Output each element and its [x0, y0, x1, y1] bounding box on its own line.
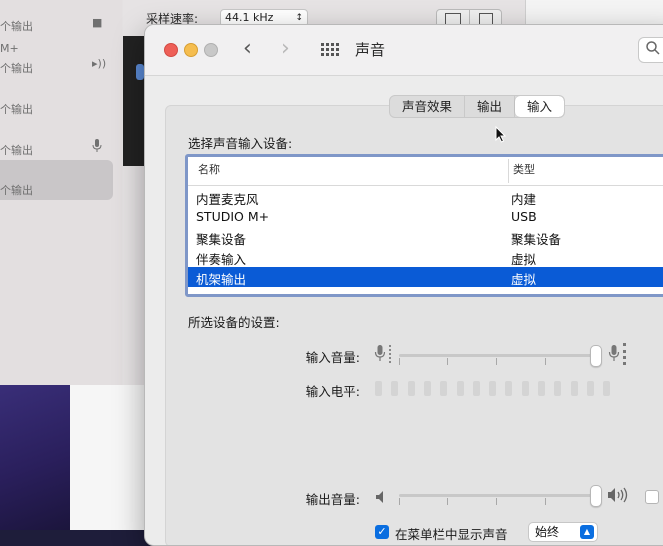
tab-bar[interactable]: 声音效果 输出 输入 — [389, 95, 566, 118]
level-segment — [407, 381, 415, 396]
selected-device-settings-title: 所选设备的设置: — [188, 315, 280, 330]
output-volume-label: 输出音量: — [305, 492, 360, 507]
level-segment — [586, 381, 594, 396]
input-volume-slider[interactable] — [399, 354, 599, 357]
slider-tick — [545, 498, 546, 505]
slider-tick — [545, 358, 546, 365]
column-header-type[interactable]: 类型 — [513, 161, 535, 177]
mute-checkbox[interactable] — [645, 490, 659, 504]
back-chevron-icon[interactable]: ‹ — [243, 36, 252, 61]
column-header-name[interactable]: 名称 — [198, 161, 220, 177]
table-row[interactable]: 内置麦克风 内建 — [188, 187, 663, 207]
speaker-icon: ▸)) — [92, 57, 107, 70]
title-bar[interactable]: ‹ › 声音 — [145, 25, 663, 76]
level-segment — [554, 381, 562, 396]
device-type: 虚拟 — [511, 272, 537, 287]
microphone-icon — [92, 139, 102, 156]
level-segment — [472, 381, 480, 396]
device-name: 内置麦克风 — [196, 192, 259, 207]
forward-chevron-icon[interactable]: › — [281, 36, 290, 61]
level-segment — [423, 381, 431, 396]
show-all-grid-icon[interactable] — [321, 42, 339, 61]
level-segment — [489, 381, 497, 396]
slider-tick — [447, 358, 448, 365]
tab-output[interactable]: 输出 — [465, 96, 516, 117]
input-level-label: 输入电平: — [305, 384, 360, 399]
low-level-dots — [389, 345, 393, 363]
slider-tick — [496, 498, 497, 505]
table-row[interactable]: 聚集设备 聚集设备 — [188, 227, 663, 247]
level-segment — [570, 381, 578, 396]
slider-tick — [399, 498, 400, 505]
output-volume-knob[interactable] — [590, 485, 602, 507]
level-segment — [521, 381, 529, 396]
show-in-menubar-select[interactable]: 始终 ▲ — [528, 522, 598, 542]
header-divider — [188, 185, 663, 186]
show-option-value: 始终 — [535, 525, 560, 539]
show-in-menubar-checkbox[interactable]: ✓ — [375, 525, 389, 539]
mouse-cursor-icon — [495, 125, 507, 147]
microphone-low-icon — [374, 344, 386, 366]
chevron-updown-icon: ▲ — [580, 525, 594, 539]
sidebar-item[interactable]: 个输出 — [0, 182, 33, 198]
level-segment — [375, 381, 382, 396]
speaker-high-icon — [607, 487, 633, 507]
sidebar-item[interactable]: 个输出 — [0, 18, 33, 34]
device-sidebar[interactable]: 个输出 ■ M+ 个输出 ▸)) 个输出 个输出 个输出 — [0, 0, 122, 385]
microphone-high-icon — [608, 344, 620, 366]
device-name: STUDIO M+ — [196, 209, 270, 224]
search-input[interactable] — [638, 37, 663, 63]
chat-bubble-icon: ■ — [92, 16, 103, 29]
zoom-button[interactable] — [204, 43, 218, 57]
tab-input[interactable]: 输入 — [515, 96, 565, 117]
input-volume-label: 输入音量: — [305, 350, 360, 365]
sample-rate-value: 44.1 kHz — [225, 11, 274, 24]
level-segment — [505, 381, 513, 396]
slider-tick — [399, 358, 400, 365]
column-divider — [508, 159, 509, 183]
search-icon — [646, 41, 660, 59]
device-type: 聚集设备 — [511, 232, 562, 247]
slider-tick — [447, 498, 448, 505]
tab-sound-effects[interactable]: 声音效果 — [390, 96, 466, 117]
device-detail-dark-strip — [123, 36, 146, 166]
input-volume-knob[interactable] — [590, 345, 602, 367]
show-in-menubar-label: 在菜单栏中显示声音 — [395, 527, 508, 542]
input-device-table[interactable]: 名称 类型 内置麦克风 内建 STUDIO M+ USB 聚集设备 聚集设备 伴… — [185, 154, 663, 297]
slider-tick — [496, 358, 497, 365]
minimize-button[interactable] — [184, 43, 198, 57]
input-level-meter — [375, 381, 625, 397]
level-segment — [440, 381, 448, 396]
sidebar-item[interactable]: 个输出 — [0, 60, 33, 76]
input-device-section-title: 选择声音输入设备: — [188, 136, 293, 151]
device-name: 伴奏输入 — [196, 252, 247, 267]
device-type: 内建 — [511, 192, 537, 207]
table-row[interactable]: 伴奏输入 虚拟 — [188, 247, 663, 267]
high-level-dots — [623, 343, 629, 365]
device-name: 机架输出 — [196, 272, 247, 287]
device-type: 虚拟 — [511, 252, 537, 267]
sidebar-item[interactable]: 个输出 — [0, 142, 33, 158]
level-segment — [538, 381, 545, 396]
sound-preferences-window[interactable]: ‹ › 声音 声音效果 输出 输入 选择声音输入设备: 名称 类型 内置麦克风 … — [144, 24, 663, 546]
device-type: USB — [511, 209, 537, 224]
level-segment — [391, 381, 399, 396]
device-name: 聚集设备 — [196, 232, 247, 247]
close-button[interactable] — [164, 43, 178, 57]
table-row-selected[interactable]: 机架输出 虚拟 — [188, 267, 663, 287]
sidebar-item[interactable]: M+ — [0, 42, 19, 55]
window-title: 声音 — [355, 41, 386, 59]
sidebar-item[interactable]: 个输出 — [0, 101, 33, 117]
device-indicator — [136, 64, 144, 80]
table-row[interactable]: STUDIO M+ USB — [188, 207, 663, 227]
speaker-low-icon — [375, 489, 387, 508]
level-segment — [603, 381, 611, 396]
output-volume-slider[interactable] — [399, 494, 599, 497]
desktop-area — [70, 380, 150, 530]
level-segment — [456, 381, 464, 396]
